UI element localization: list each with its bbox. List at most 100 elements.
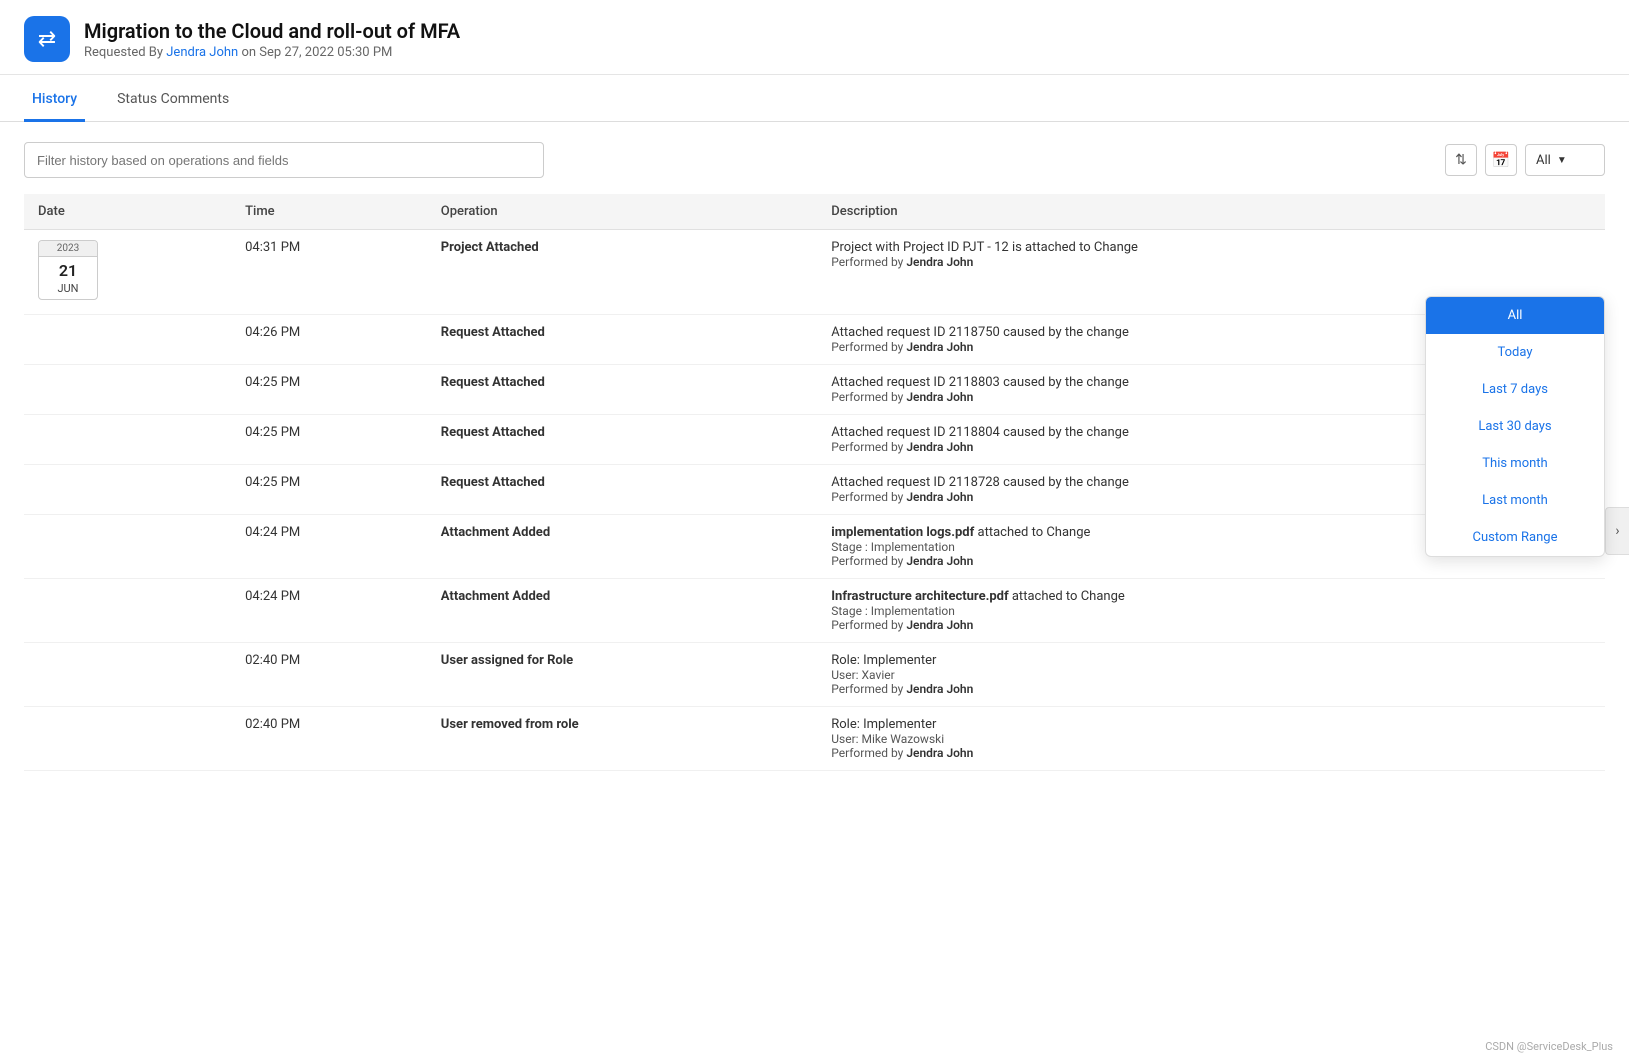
right-panel-toggle[interactable]: ›: [1605, 507, 1629, 555]
date-day: 21: [39, 257, 97, 282]
cell-operation: Request Attached: [427, 365, 817, 415]
date-range-dropdown: All Today Last 7 days Last 30 days This …: [1425, 296, 1605, 557]
operation-label: Request Attached: [441, 475, 545, 490]
performer-name: Jendra John: [906, 390, 973, 404]
table-row: 04:24 PM Attachment Added Infrastructure a…: [24, 579, 1605, 643]
desc-bold: implementation logs.pdf: [831, 525, 974, 540]
tabs-bar: History Status Comments: [0, 79, 1629, 122]
cell-time: 04:25 PM: [231, 465, 427, 515]
header-meta: Requested By Jendra John on Sep 27, 2022…: [84, 45, 460, 60]
cell-time: 04:25 PM: [231, 415, 427, 465]
desc-performer: Performed by Jendra John: [831, 682, 1591, 696]
content-area: ⇅ 📅 All ▼ Date Time Operation Descriptio…: [0, 122, 1629, 791]
cell-description: Infrastructure architecture.pdf attached…: [817, 579, 1605, 643]
table-header-row: Date Time Operation Description: [24, 194, 1605, 230]
desc-bold: Infrastructure architecture.pdf: [831, 589, 1008, 604]
dropdown-item-last7days[interactable]: Last 7 days: [1426, 371, 1604, 408]
desc-performer: Performed by Jendra John: [831, 746, 1591, 760]
desc-sub: User: Xavier: [831, 668, 1591, 682]
operation-label: User assigned for Role: [441, 653, 573, 668]
performer-name: Jendra John: [906, 554, 973, 568]
date-year: 2023: [39, 241, 97, 257]
range-select-display[interactable]: All ▼: [1525, 144, 1605, 176]
page-title: Migration to the Cloud and roll-out of M…: [84, 19, 460, 43]
cell-date: [24, 365, 231, 415]
cell-time: 02:40 PM: [231, 707, 427, 771]
dropdown-item-lastmonth[interactable]: Last month: [1426, 482, 1604, 519]
desc-main: Infrastructure architecture.pdf attached…: [831, 589, 1591, 604]
performer-name: Jendra John: [906, 340, 973, 354]
operation-label: Request Attached: [441, 325, 545, 340]
range-value: All: [1536, 153, 1551, 168]
table-row: 04:25 PMRequest AttachedAttached request…: [24, 365, 1605, 415]
table-row: 02:40 PM User assigned for Role Role: Impl…: [24, 643, 1605, 707]
tab-history[interactable]: History: [24, 79, 85, 122]
requested-on-date: on Sep 27, 2022 05:30 PM: [241, 45, 392, 60]
desc-suffix: attached to Change: [1009, 589, 1125, 604]
cell-date: [24, 643, 231, 707]
operation-label: Attachment Added: [441, 525, 550, 540]
app-logo: ⇄: [24, 16, 70, 62]
app-logo-icon: ⇄: [38, 27, 56, 52]
calendar-icon-button[interactable]: 📅: [1485, 144, 1517, 176]
requested-by-label: Requested By: [84, 45, 163, 60]
history-table: Date Time Operation Description 2023 21 …: [24, 194, 1605, 771]
cell-date: [24, 579, 231, 643]
table-row: 2023 21 JUN 04:31 PMProject AttachedProj…: [24, 230, 1605, 315]
operation-label: Request Attached: [441, 375, 545, 390]
dropdown-item-today[interactable]: Today: [1426, 334, 1604, 371]
desc-main: Role: Implementer: [831, 717, 1591, 732]
performer-name: Jendra John: [906, 682, 973, 696]
table-row: 02:40 PM User removed from role Role: Impl…: [24, 707, 1605, 771]
table-row: 04:25 PMRequest AttachedAttached request…: [24, 465, 1605, 515]
col-description: Description: [817, 194, 1605, 230]
cell-description: Role: ImplementerUser: XavierPerformed b…: [817, 643, 1605, 707]
cell-date: [24, 465, 231, 515]
dropdown-item-customrange[interactable]: Custom Range: [1426, 519, 1604, 556]
cell-time: 02:40 PM: [231, 643, 427, 707]
cell-operation: Request Attached: [427, 315, 817, 365]
cell-date: [24, 415, 231, 465]
cell-operation: User removed from role: [427, 707, 817, 771]
dropdown-item-thismonth[interactable]: This month: [1426, 445, 1604, 482]
operation-label: Attachment Added: [441, 589, 550, 604]
cell-time: 04:24 PM: [231, 579, 427, 643]
cell-description: Role: ImplementerUser: Mike WazowskiPerf…: [817, 707, 1605, 771]
operation-label: User removed from role: [441, 717, 579, 732]
cell-time: 04:25 PM: [231, 365, 427, 415]
table-row: 04:25 PMRequest AttachedAttached request…: [24, 415, 1605, 465]
desc-sub: User: Mike Wazowski: [831, 732, 1591, 746]
cell-operation: Request Attached: [427, 465, 817, 515]
header-text: Migration to the Cloud and roll-out of M…: [84, 19, 460, 60]
operation-label: Project Attached: [441, 240, 539, 255]
cell-date: 2023 21 JUN: [24, 230, 231, 315]
table-row: 04:24 PM Attachment Added implementation l…: [24, 515, 1605, 579]
cell-operation: Project Attached: [427, 230, 817, 315]
date-month: JUN: [39, 282, 97, 299]
date-badge: 2023 21 JUN: [38, 240, 98, 300]
cell-operation: Attachment Added: [427, 579, 817, 643]
cell-operation: User assigned for Role: [427, 643, 817, 707]
app-header: ⇄ Migration to the Cloud and roll-out of…: [0, 0, 1629, 75]
toolbar-right: ⇅ 📅 All ▼: [1445, 144, 1605, 176]
dropdown-item-all[interactable]: All: [1426, 297, 1604, 334]
sort-icon-button[interactable]: ⇅: [1445, 144, 1477, 176]
dropdown-item-last30days[interactable]: Last 30 days: [1426, 408, 1604, 445]
performer-name: Jendra John: [906, 440, 973, 454]
cell-time: 04:26 PM: [231, 315, 427, 365]
desc-performer: Performed by Jendra John: [831, 255, 1591, 269]
desc-main: Role: Implementer: [831, 653, 1591, 668]
desc-sub: Stage : Implementation: [831, 604, 1591, 618]
operation-label: Request Attached: [441, 425, 545, 440]
requester-name[interactable]: Jendra John: [166, 45, 238, 60]
chevron-down-icon: ▼: [1557, 155, 1567, 166]
desc-suffix: attached to Change: [974, 525, 1090, 540]
tab-status-comments[interactable]: Status Comments: [109, 79, 237, 122]
performer-name: Jendra John: [906, 490, 973, 504]
performer-name: Jendra John: [906, 618, 973, 632]
filter-input[interactable]: [24, 142, 544, 178]
cell-date: [24, 315, 231, 365]
col-operation: Operation: [427, 194, 817, 230]
desc-main: Project with Project ID PJT - 12 is atta…: [831, 240, 1591, 255]
cell-time: 04:24 PM: [231, 515, 427, 579]
